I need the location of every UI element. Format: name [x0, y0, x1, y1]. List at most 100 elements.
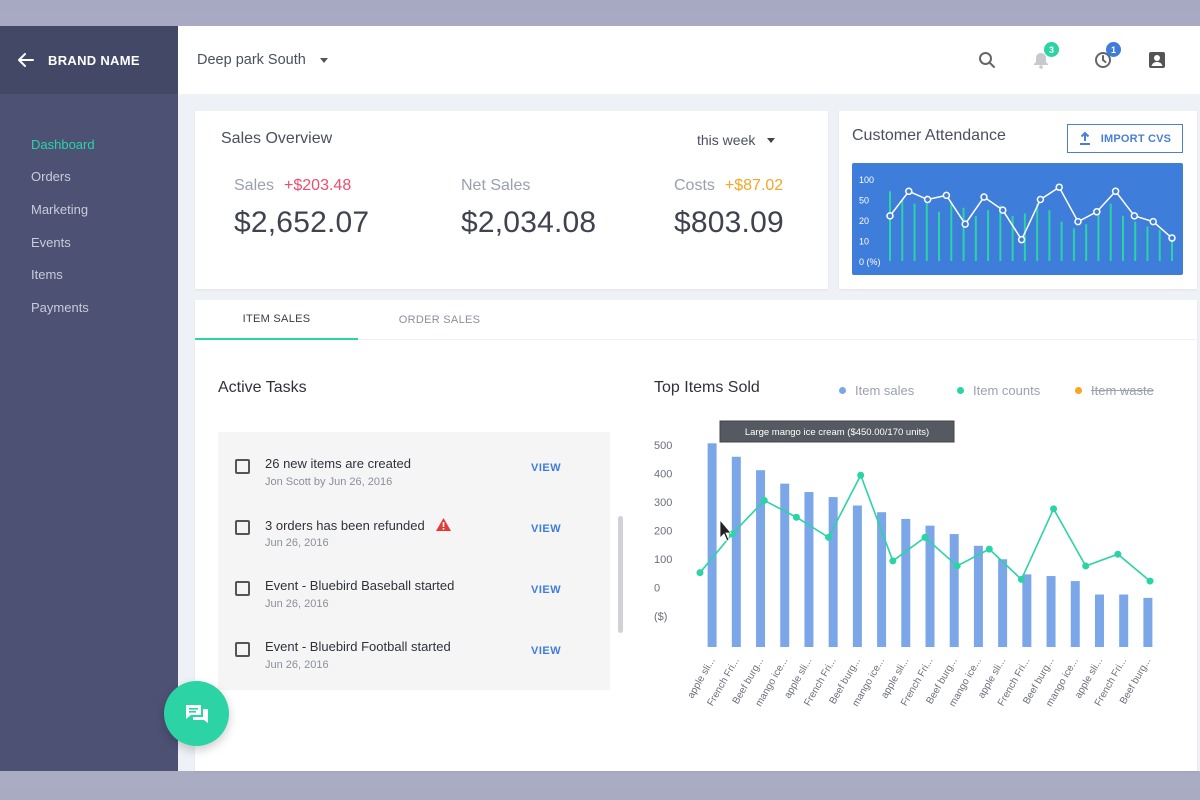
period-label: this week — [697, 132, 756, 148]
attendance-point — [923, 195, 932, 204]
item-sales-bar — [973, 545, 983, 647]
y-tick-label: ($) — [654, 611, 667, 623]
item-sales-bar — [804, 492, 814, 647]
active-tasks-list: 26 new items are created Jon Scott by Ju… — [218, 432, 623, 690]
sidebar-item-dashboard[interactable]: Dashboard — [0, 128, 178, 161]
attendance-point — [1111, 187, 1120, 196]
task-checkbox[interactable] — [235, 642, 250, 657]
task-view-link[interactable]: VIEW — [531, 645, 561, 657]
sidebar-header: BRAND NAME — [0, 26, 178, 94]
task-title: 3 orders has been refunded — [265, 518, 425, 533]
item-counts-point — [985, 545, 993, 553]
top-items-title: Top Items Sold — [654, 379, 760, 396]
legend-item-waste[interactable]: Item waste — [1075, 383, 1154, 398]
y-tick-label: 300 — [654, 497, 672, 509]
item-counts-point — [1114, 550, 1122, 558]
top-items-chart: 500 400 300 200 100 0 ($) Large mango ice cream… — [654, 420, 1154, 709]
item-sales-bar — [707, 443, 717, 647]
account-icon[interactable] — [1148, 51, 1166, 69]
attendance-point — [980, 193, 988, 201]
sidebar-item-marketing[interactable]: Marketing — [0, 193, 178, 226]
item-sales-bar — [1046, 576, 1056, 647]
activity-button[interactable]: 1 — [1094, 42, 1121, 69]
y-tick-label: 20 — [859, 216, 869, 226]
chevron-down-icon — [319, 57, 328, 63]
task-subtitle: Jun 26, 2016 — [265, 659, 329, 671]
task-view-link[interactable]: VIEW — [531, 462, 561, 474]
y-tick-label: 200 — [654, 526, 672, 538]
item-counts-point — [1050, 505, 1058, 513]
item-sales-bar — [1143, 597, 1153, 647]
tab-order-sales[interactable]: ORDER SALES — [358, 300, 521, 340]
warning-icon — [435, 518, 451, 531]
sales-overview-title: Sales Overview — [221, 130, 333, 147]
task-item: 3 orders has been refunded Jun 26, 2016 … — [235, 515, 595, 565]
task-view-link[interactable]: VIEW — [531, 584, 561, 596]
metric-label: Costs — [674, 177, 715, 194]
sidebar-item-events[interactable]: Events — [0, 226, 178, 259]
legend-dot — [957, 387, 964, 394]
sidebar-item-orders[interactable]: Orders — [0, 161, 178, 194]
tab-item-sales[interactable]: ITEM SALES — [195, 300, 358, 340]
chart-tooltip-text: Large mango ice cream ($450.00/170 units… — [745, 427, 929, 438]
item-counts-point — [889, 557, 897, 565]
import-cvs-button[interactable]: IMPORT CVS — [1067, 124, 1183, 153]
attendance-title: Customer Attendance — [852, 127, 1006, 144]
attendance-point — [1055, 183, 1063, 191]
app-window: BRAND NAME Dashboard Orders Marketing Ev… — [0, 26, 1200, 771]
item-counts-point — [792, 513, 800, 521]
period-dropdown[interactable]: this week — [697, 132, 776, 148]
task-checkbox[interactable] — [235, 581, 250, 596]
y-tick-label: 0 (%) — [859, 257, 881, 267]
item-counts-point — [857, 471, 865, 479]
attendance-point — [1093, 208, 1101, 216]
y-tick-label: 0 — [654, 583, 660, 595]
task-item: Event - Bluebird Baseball started Jun 26… — [235, 576, 595, 626]
search-icon[interactable] — [978, 51, 996, 69]
metric-label: Net Sales — [461, 177, 531, 194]
item-sales-bar — [780, 483, 790, 647]
legend-item-sales[interactable]: Item sales — [839, 383, 914, 398]
metric-net-sales: Net Sales $2,034.08 — [461, 177, 596, 240]
task-title: 26 new items are created — [265, 456, 411, 471]
metric-costs: Costs +$87.02 $803.09 — [674, 177, 784, 240]
item-sales-bar — [756, 470, 766, 647]
metric-value: $2,652.07 — [234, 206, 370, 239]
attendance-point — [1074, 217, 1082, 226]
sidebar-item-payments[interactable]: Payments — [0, 291, 178, 324]
item-counts-point — [696, 569, 704, 577]
task-subtitle: Jun 26, 2016 — [265, 537, 329, 549]
back-arrow-icon[interactable] — [18, 53, 34, 67]
legend-label: Item sales — [855, 383, 915, 398]
location-label: Deep park South — [197, 52, 306, 68]
item-sales-bar — [998, 559, 1008, 647]
task-title-row: 3 orders has been refunded — [265, 517, 452, 533]
notifications-badge: 3 — [1044, 42, 1059, 57]
notifications-button[interactable]: 3 — [1032, 42, 1059, 69]
item-counts-point — [825, 533, 833, 541]
item-counts-point — [921, 533, 929, 541]
task-checkbox[interactable] — [235, 520, 250, 535]
attendance-point — [999, 206, 1007, 214]
item-sales-bar — [828, 497, 838, 647]
item-sales-bar — [1119, 594, 1129, 647]
legend-label: Item waste — [1091, 383, 1154, 398]
attendance-point — [886, 212, 894, 220]
attendance-point — [1168, 234, 1176, 242]
task-view-link[interactable]: VIEW — [531, 523, 561, 535]
chat-fab-button[interactable] — [164, 681, 229, 746]
metric-delta: +$203.48 — [284, 177, 352, 194]
sidebar-item-items[interactable]: Items — [0, 258, 178, 291]
item-sales-bar — [949, 534, 959, 647]
item-sales-bar — [1094, 594, 1104, 647]
location-dropdown[interactable]: Deep park South — [197, 52, 328, 68]
attendance-point — [905, 187, 913, 196]
legend-item-counts[interactable]: Item counts — [957, 383, 1040, 398]
tasks-scrollbar[interactable] — [618, 516, 623, 633]
task-checkbox[interactable] — [235, 459, 250, 474]
metric-value: $2,034.08 — [461, 206, 597, 239]
activity-badge: 1 — [1106, 42, 1121, 57]
legend-dot — [1075, 387, 1082, 394]
sales-overview-card: Sales Overview this week Sales +$203.48 $… — [195, 111, 828, 289]
task-title: Event - Bluebird Baseball started — [265, 578, 455, 593]
